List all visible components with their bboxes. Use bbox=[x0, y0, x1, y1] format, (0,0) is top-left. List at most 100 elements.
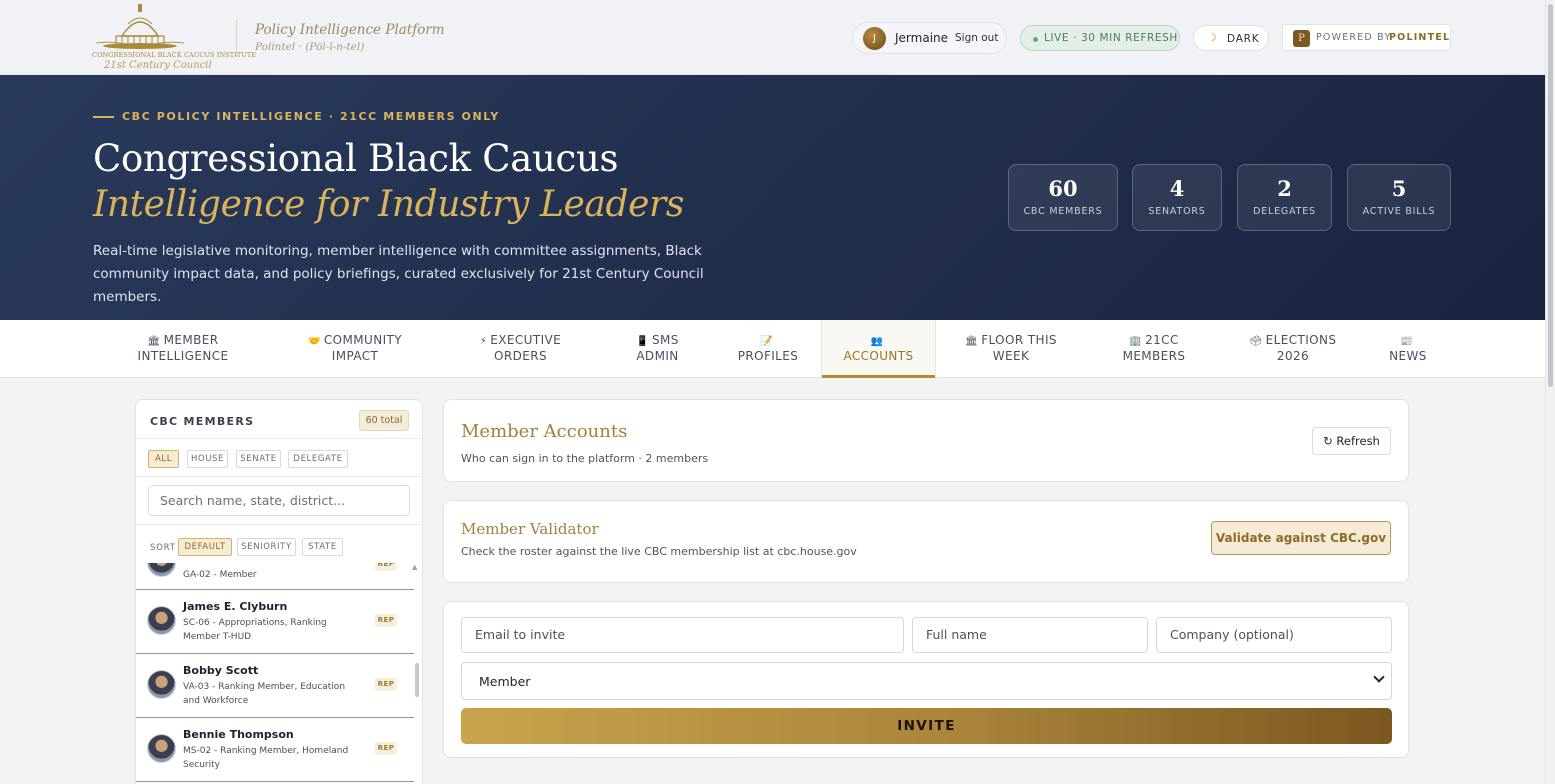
eyebrow-line bbox=[93, 116, 114, 118]
scroll-up-icon[interactable]: ▲ bbox=[412, 563, 417, 571]
tab-21cc-members[interactable]: 🏢 21CC MEMBERS bbox=[1110, 320, 1198, 378]
tab-elections-2026[interactable]: 🗳 ELECTIONS 2026 bbox=[1240, 320, 1346, 378]
full-name-field[interactable]: Full name bbox=[912, 617, 1148, 653]
powered-by-brand: POLINTEL bbox=[1389, 32, 1451, 43]
member-search-input[interactable]: Search name, state, district... bbox=[148, 485, 410, 516]
window-scrollbar[interactable] bbox=[1545, 0, 1555, 784]
list-scrollbar[interactable] bbox=[415, 663, 419, 697]
sort-seniority[interactable]: SENIORITY bbox=[237, 538, 296, 556]
capitol-icon: 🏛 bbox=[965, 336, 979, 347]
sort-state[interactable]: STATE bbox=[302, 538, 343, 556]
validator-subtitle: Check the roster against the live CBC me… bbox=[461, 545, 857, 558]
tab-executive-orders[interactable]: ⚡ EXECUTIVE ORDERS bbox=[468, 320, 573, 378]
tab-label: ELECTIONS bbox=[1265, 333, 1337, 347]
top-bar: CONGRESSIONAL BLACK CAUCUS INSTITUTE 21s… bbox=[0, 0, 1545, 75]
member-name: James E. Clyburn bbox=[183, 600, 288, 613]
powered-by-badge[interactable]: P POWERED BY POLINTEL bbox=[1282, 24, 1451, 51]
avatar[interactable]: J bbox=[863, 27, 886, 50]
tab-member-intelligence[interactable]: 🏛 MEMBER INTELLIGENCE bbox=[128, 320, 238, 378]
validator-title: Member Validator bbox=[461, 520, 599, 538]
role-select[interactable]: Member bbox=[461, 662, 1392, 700]
sidebar-title: CBC MEMBERS bbox=[150, 415, 255, 428]
sign-out-button[interactable]: Sign out bbox=[955, 32, 998, 44]
header-divider bbox=[236, 20, 237, 56]
tab-label: COMMUNITY bbox=[323, 333, 402, 347]
filter-house[interactable]: HOUSE bbox=[187, 450, 228, 468]
main-tabs: 🏛 MEMBER INTELLIGENCE 🤝 COMMUNITY IMPACT ⚡ EX… bbox=[0, 320, 1545, 378]
stat-value: 2 bbox=[1277, 176, 1292, 201]
filter-delegate[interactable]: DELEGATE bbox=[288, 450, 348, 468]
hero-banner: CBC POLICY INTELLIGENCE · 21CC MEMBERS O… bbox=[0, 75, 1545, 320]
hero-eyebrow: CBC POLICY INTELLIGENCE · 21CC MEMBERS O… bbox=[122, 110, 500, 123]
member-count-badge: 60 total bbox=[359, 410, 409, 431]
party-badge: REP bbox=[375, 563, 397, 571]
tab-news[interactable]: 📰 NEWS bbox=[1380, 320, 1436, 378]
hero-title: Congressional Black Caucus bbox=[93, 137, 619, 180]
party-badge: REP bbox=[375, 742, 397, 755]
tab-label: SMS bbox=[652, 333, 679, 347]
user-menu: J Jermaine Sign out bbox=[852, 22, 1007, 54]
invite-button[interactable]: INVITE bbox=[461, 708, 1392, 744]
live-status-label: LIVE · 30 MIN REFRESH bbox=[1044, 32, 1178, 44]
stat-value: 5 bbox=[1391, 176, 1407, 201]
tab-label: NEWS bbox=[1389, 349, 1427, 363]
live-dot-icon bbox=[1033, 37, 1038, 42]
stat-value: 4 bbox=[1169, 176, 1185, 201]
memo-icon: 📝 bbox=[760, 336, 773, 347]
tab-accounts[interactable]: 👥 ACCOUNTS bbox=[821, 320, 936, 378]
list-item[interactable]: James E. Clyburn SC-06 - Appropriations,… bbox=[136, 590, 414, 654]
avatar bbox=[147, 734, 176, 763]
tab-label: PROFILES bbox=[737, 349, 799, 363]
newspaper-icon: 📰 bbox=[1400, 336, 1413, 347]
validate-button[interactable]: Validate against CBC.gov bbox=[1211, 521, 1391, 555]
tab-sms-admin[interactable]: 📱 SMS ADMIN bbox=[620, 320, 695, 378]
cbc-members-sidebar: CBC MEMBERS 60 total ALL HOUSE SENATE DE… bbox=[135, 399, 423, 784]
tab-label: FLOOR THIS bbox=[981, 333, 1057, 347]
email-field[interactable]: Email to invite bbox=[461, 617, 904, 653]
company-field[interactable]: Company (optional) bbox=[1156, 617, 1392, 653]
list-item[interactable]: Bobby Scott VA-03 - Ranking Member, Educ… bbox=[136, 654, 414, 718]
live-status-badge: LIVE · 30 MIN REFRESH bbox=[1020, 25, 1180, 51]
tab-label: WEEK bbox=[992, 349, 1030, 363]
stat-value: 60 bbox=[1048, 176, 1078, 201]
tab-label: 21CC bbox=[1145, 333, 1179, 347]
member-meta: SC-06 - Appropriations, Ranking Member T… bbox=[183, 618, 327, 642]
stat-card-members: 60 CBC MEMBERS bbox=[1008, 164, 1118, 231]
party-badge: REP bbox=[375, 678, 397, 691]
hero-subtitle: Intelligence for Industry Leaders bbox=[93, 184, 684, 225]
member-meta: VA-03 - Ranking Member, Education and Wo… bbox=[183, 682, 346, 706]
tab-floor-this-week[interactable]: 🏛 FLOOR THIS WEEK bbox=[955, 320, 1067, 378]
user-name: Jermaine bbox=[895, 31, 949, 45]
tab-profiles[interactable]: 📝 PROFILES bbox=[728, 320, 808, 378]
member-accounts-panel: Member Accounts Who can sign in to the p… bbox=[443, 399, 1409, 482]
stat-label: ACTIVE BILLS bbox=[1362, 206, 1436, 217]
dark-mode-toggle[interactable]: ☽ DARK bbox=[1193, 25, 1269, 51]
member-list: GA-02 - Member REP James E. Clyburn SC-0… bbox=[136, 563, 422, 784]
filter-senate[interactable]: SENATE bbox=[236, 450, 281, 468]
divider bbox=[136, 438, 422, 439]
logo-council-text: 21st Century Council bbox=[104, 60, 212, 71]
filter-all[interactable]: ALL bbox=[148, 450, 179, 468]
page-title: Member Accounts bbox=[461, 421, 628, 442]
member-name: Bobby Scott bbox=[183, 664, 259, 677]
tab-community-impact[interactable]: 🤝 COMMUNITY IMPACT bbox=[300, 320, 410, 378]
member-meta: GA-02 - Member bbox=[183, 570, 257, 580]
sort-default[interactable]: DEFAULT bbox=[178, 538, 232, 556]
sort-label: SORT bbox=[150, 543, 176, 553]
member-validator-panel: Member Validator Check the roster agains… bbox=[443, 500, 1409, 583]
tab-label: 2026 bbox=[1276, 349, 1310, 363]
stat-card-active-bills: 5 ACTIVE BILLS bbox=[1347, 164, 1451, 231]
platform-pronunciation: Polintel · (Pöl-ĭ-n-tel) bbox=[255, 41, 365, 53]
refresh-button[interactable]: ↻ Refresh bbox=[1312, 427, 1391, 455]
scrollbar-thumb[interactable] bbox=[1548, 4, 1553, 387]
handshake-icon: 🤝 bbox=[308, 336, 321, 347]
tab-label: ADMIN bbox=[636, 349, 679, 363]
list-item[interactable]: GA-02 - Member REP bbox=[136, 563, 414, 590]
divider bbox=[136, 524, 422, 525]
stat-card-senators: 4 SENATORS bbox=[1132, 164, 1222, 231]
tab-label: ACCOUNTS bbox=[843, 349, 914, 363]
list-item[interactable]: Bennie Thompson MS-02 - Ranking Member, … bbox=[136, 718, 414, 782]
users-icon: 👥 bbox=[870, 336, 884, 347]
party-badge: REP bbox=[375, 614, 397, 627]
avatar bbox=[147, 606, 176, 635]
